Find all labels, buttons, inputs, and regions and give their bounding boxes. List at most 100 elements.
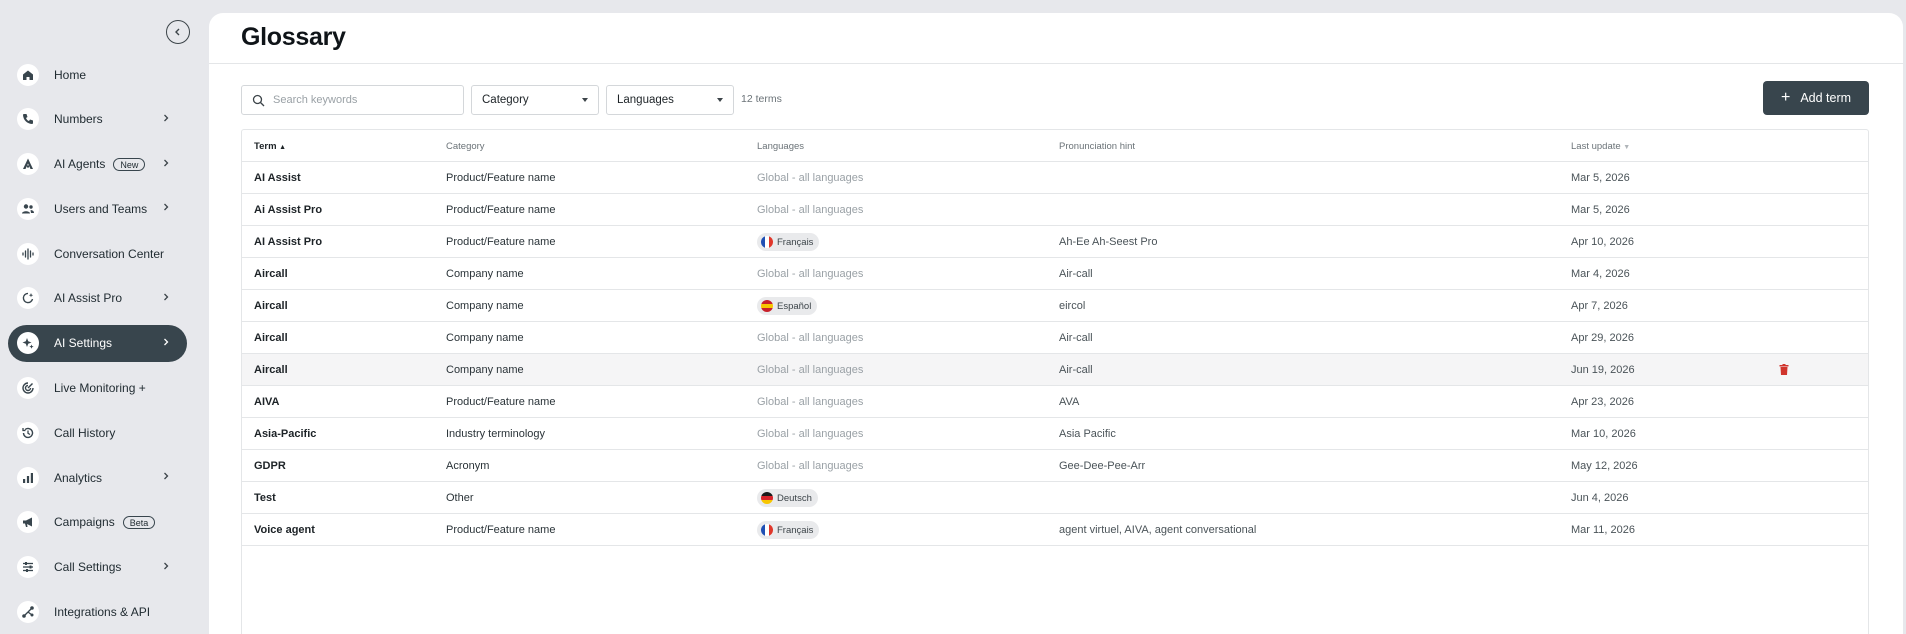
language-badge: Deutsch <box>757 489 818 507</box>
table-row[interactable]: Test Other Deutsch Jun 4, 2026 <box>242 482 1868 514</box>
sidebar-item-label: AI Agents <box>54 157 106 172</box>
table-row[interactable]: Asia-Pacific Industry terminology Global -… <box>242 418 1868 450</box>
sliders-icon <box>17 556 39 579</box>
sidebar-nav: Home Numbers AI Agents New Users and Tea… <box>8 56 187 634</box>
header-languages: Languages <box>757 141 805 152</box>
sidebar-item-ai-agents[interactable]: AI Agents New <box>8 146 187 183</box>
chevron-right-icon <box>164 293 169 301</box>
sidebar-item-integrations-api[interactable]: Integrations & API <box>8 594 187 631</box>
sidebar-item-call-history[interactable]: Call History <box>8 414 187 451</box>
spain-flag-icon <box>761 300 773 312</box>
table-row[interactable]: Voice agent Product/Feature name Français a… <box>242 514 1868 546</box>
language-cell: Global - all languages <box>757 396 864 408</box>
header-last-update[interactable]: Last update ▼ <box>1571 141 1630 152</box>
phone-icon <box>17 108 39 131</box>
france-flag-icon <box>761 236 773 248</box>
term-cell: AI Assist Pro <box>254 236 323 248</box>
sidebar-item-conversation-center[interactable]: Conversation Center <box>8 235 187 272</box>
sidebar-item-campaigns[interactable]: Campaigns Beta <box>8 504 187 541</box>
history-icon <box>17 421 39 444</box>
page-title: Glossary <box>241 23 346 51</box>
sidebar-item-call-settings[interactable]: Call Settings <box>8 549 187 586</box>
search-input[interactable] <box>273 94 443 106</box>
language-badge: Español <box>757 297 818 315</box>
chevron-right-icon <box>164 338 169 346</box>
language-label: Español <box>777 300 812 312</box>
table-body: AI Assist Product/Feature name Global - al… <box>242 162 1868 546</box>
bar-chart-icon <box>17 466 39 489</box>
last-update-cell: Mar 5, 2026 <box>1571 204 1630 216</box>
chevron-right-icon <box>164 562 169 570</box>
term-cell: Aircall <box>254 332 288 344</box>
sidebar-item-label: Campaigns <box>54 515 115 530</box>
sidebar-item-home[interactable]: Home <box>8 56 187 93</box>
last-update-cell: Mar 11, 2026 <box>1571 524 1636 536</box>
toolbar: Category Languages 12 terms + Add term <box>241 81 1869 115</box>
category-cell: Company name <box>446 332 524 344</box>
waveform-icon <box>17 242 39 265</box>
glossary-table: Term ▲ Category Languages Pronunciation … <box>241 129 1869 634</box>
collapse-sidebar-button[interactable] <box>166 20 190 44</box>
table-row[interactable]: Aircall Company name Global - all language… <box>242 258 1868 290</box>
sidebar-item-analytics[interactable]: Analytics <box>8 459 187 496</box>
header-term[interactable]: Term ▲ <box>254 141 286 152</box>
table-row[interactable]: AI Assist Product/Feature name Global - al… <box>242 162 1868 194</box>
language-cell: Global - all languages <box>757 172 864 184</box>
category-cell: Acronym <box>446 460 490 472</box>
new-badge: New <box>113 157 146 171</box>
term-cell: Asia-Pacific <box>254 428 317 440</box>
category-cell: Product/Feature name <box>446 524 556 536</box>
sidebar-item-ai-settings[interactable]: AI Settings <box>8 324 187 362</box>
sidebar-item-label: Users and Teams <box>54 201 148 216</box>
caret-down-icon <box>582 98 588 102</box>
header-divider <box>209 63 1903 64</box>
sidebar-item-ai-assist-pro[interactable]: AI Assist Pro <box>8 280 187 317</box>
beta-badge: Beta <box>122 515 156 529</box>
language-badge: Français <box>757 233 820 251</box>
category-cell: Product/Feature name <box>446 396 556 408</box>
table-row[interactable]: AI Assist Pro Product/Feature name Françai… <box>242 226 1868 258</box>
table-row[interactable]: Aircall Company name Español eircol Apr 7, 2… <box>242 290 1868 322</box>
caret-down-icon <box>717 98 723 102</box>
sort-up-icon: ▲ <box>279 144 287 151</box>
pronunciation-hint-cell: Air-call <box>1059 364 1093 376</box>
germany-flag-icon <box>761 492 773 504</box>
search-icon <box>252 94 265 106</box>
category-cell: Industry terminology <box>446 428 546 440</box>
share-nodes-icon <box>17 601 39 624</box>
table-row[interactable]: Aircall Company name Global - all language… <box>242 322 1868 354</box>
table-row[interactable]: Aircall Company name Global - all language… <box>242 354 1868 386</box>
category-cell: Other <box>446 492 474 504</box>
add-term-button[interactable]: + Add term <box>1763 81 1869 115</box>
sidebar-item-label: Conversation Center <box>54 246 165 261</box>
table-row[interactable]: GDPR Acronym Global - all languages Gee-Dee… <box>242 450 1868 482</box>
search-box[interactable] <box>241 85 464 115</box>
add-term-label: Add term <box>1800 91 1852 105</box>
category-cell: Product/Feature name <box>446 172 556 184</box>
sidebar: Home Numbers AI Agents New Users and Tea… <box>0 0 209 634</box>
header-category: Category <box>446 141 485 152</box>
term-cell: GDPR <box>254 460 286 472</box>
delete-icon[interactable] <box>1779 364 1789 375</box>
sidebar-item-users-and-teams[interactable]: Users and Teams <box>8 190 187 227</box>
last-update-cell: Apr 29, 2026 <box>1571 332 1634 344</box>
languages-filter[interactable]: Languages <box>606 85 734 115</box>
last-update-cell: Jun 4, 2026 <box>1571 492 1629 504</box>
sidebar-item-numbers[interactable]: Numbers <box>8 101 187 138</box>
sidebar-item-label: AI Assist Pro <box>54 291 123 306</box>
term-cell: Aircall <box>254 364 288 376</box>
sidebar-item-live-monitoring[interactable]: Live Monitoring + <box>8 370 187 407</box>
megaphone-icon <box>17 511 39 534</box>
language-badge: Français <box>757 521 820 539</box>
language-label: Français <box>777 524 814 536</box>
language-cell: Global - all languages <box>757 204 864 216</box>
language-cell: Global - all languages <box>757 332 864 344</box>
category-filter[interactable]: Category <box>471 85 599 115</box>
monitoring-icon <box>17 377 39 400</box>
table-row[interactable]: Ai Assist Pro Product/Feature name Global … <box>242 194 1868 226</box>
terms-count: 12 terms <box>741 93 782 105</box>
term-cell: Aircall <box>254 268 288 280</box>
pronunciation-hint-cell: AVA <box>1059 396 1080 408</box>
term-cell: Test <box>254 492 276 504</box>
table-row[interactable]: AIVA Product/Feature name Global - all lan… <box>242 386 1868 418</box>
